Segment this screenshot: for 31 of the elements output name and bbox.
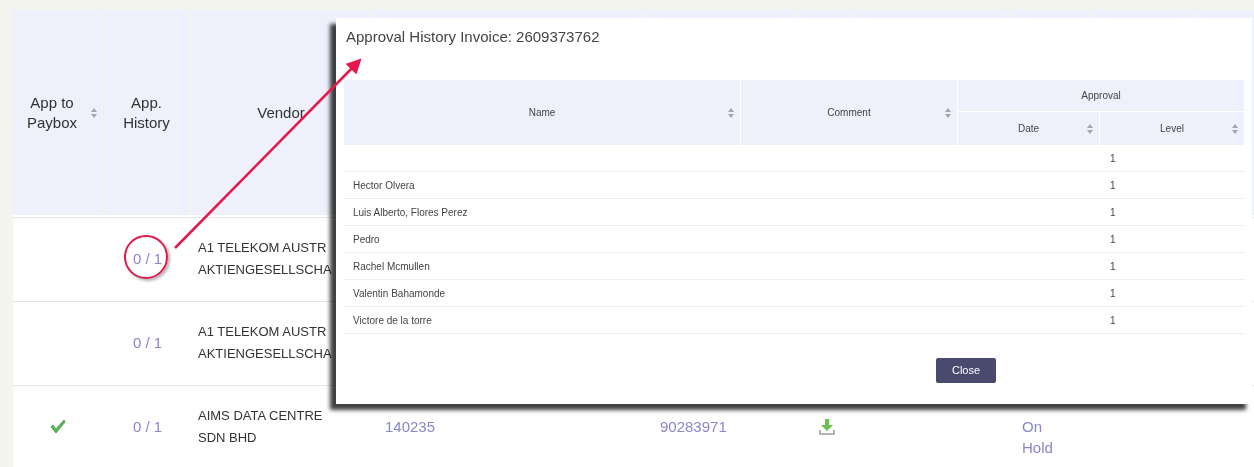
download-icon[interactable] xyxy=(818,418,835,435)
history-link[interactable]: 0 / 1 xyxy=(132,249,163,267)
approver-name: Valentin Bahamonde xyxy=(353,287,446,299)
approval-level: 1 xyxy=(1110,314,1116,326)
column-header[interactable]: Comment xyxy=(741,80,958,145)
approver-name: Victore de la torre xyxy=(353,314,432,326)
column-header[interactable]: Date xyxy=(958,112,1100,145)
history-link[interactable]: 0 / 1 xyxy=(132,417,163,435)
sort-icon[interactable] xyxy=(945,107,951,118)
sort-icon[interactable] xyxy=(91,107,97,118)
column-header[interactable]: Level xyxy=(1100,112,1244,145)
approval-level: 1 xyxy=(1110,287,1116,299)
approval-level: 1 xyxy=(1110,260,1116,272)
column-group-header: Approval xyxy=(958,80,1244,112)
sort-icon[interactable] xyxy=(1232,123,1238,134)
vendor-name: AIMS DATA CENTRE xyxy=(198,406,323,425)
approver-name: Rachel Mcmullen xyxy=(353,260,430,272)
column-header[interactable]: App. History xyxy=(103,10,190,215)
close-button[interactable]: Close xyxy=(936,358,996,383)
approval-level: 1 xyxy=(1110,233,1116,245)
history-link[interactable]: 0 / 1 xyxy=(132,333,163,351)
column-header[interactable]: Name xyxy=(344,80,741,145)
vendor-name: A1 TELEKOM AUSTR xyxy=(198,238,327,257)
approver-name: Pedro xyxy=(353,233,380,245)
approval-level: 1 xyxy=(1110,206,1116,218)
approval-level: 1 xyxy=(1110,152,1116,164)
sort-icon[interactable] xyxy=(728,107,734,118)
approval-level: 1 xyxy=(1110,179,1116,191)
vendor-name: SDN BHD xyxy=(198,428,257,447)
vendor-name: A1 TELEKOM AUSTR xyxy=(198,322,327,341)
column-header[interactable]: App to Paybox xyxy=(13,10,101,215)
